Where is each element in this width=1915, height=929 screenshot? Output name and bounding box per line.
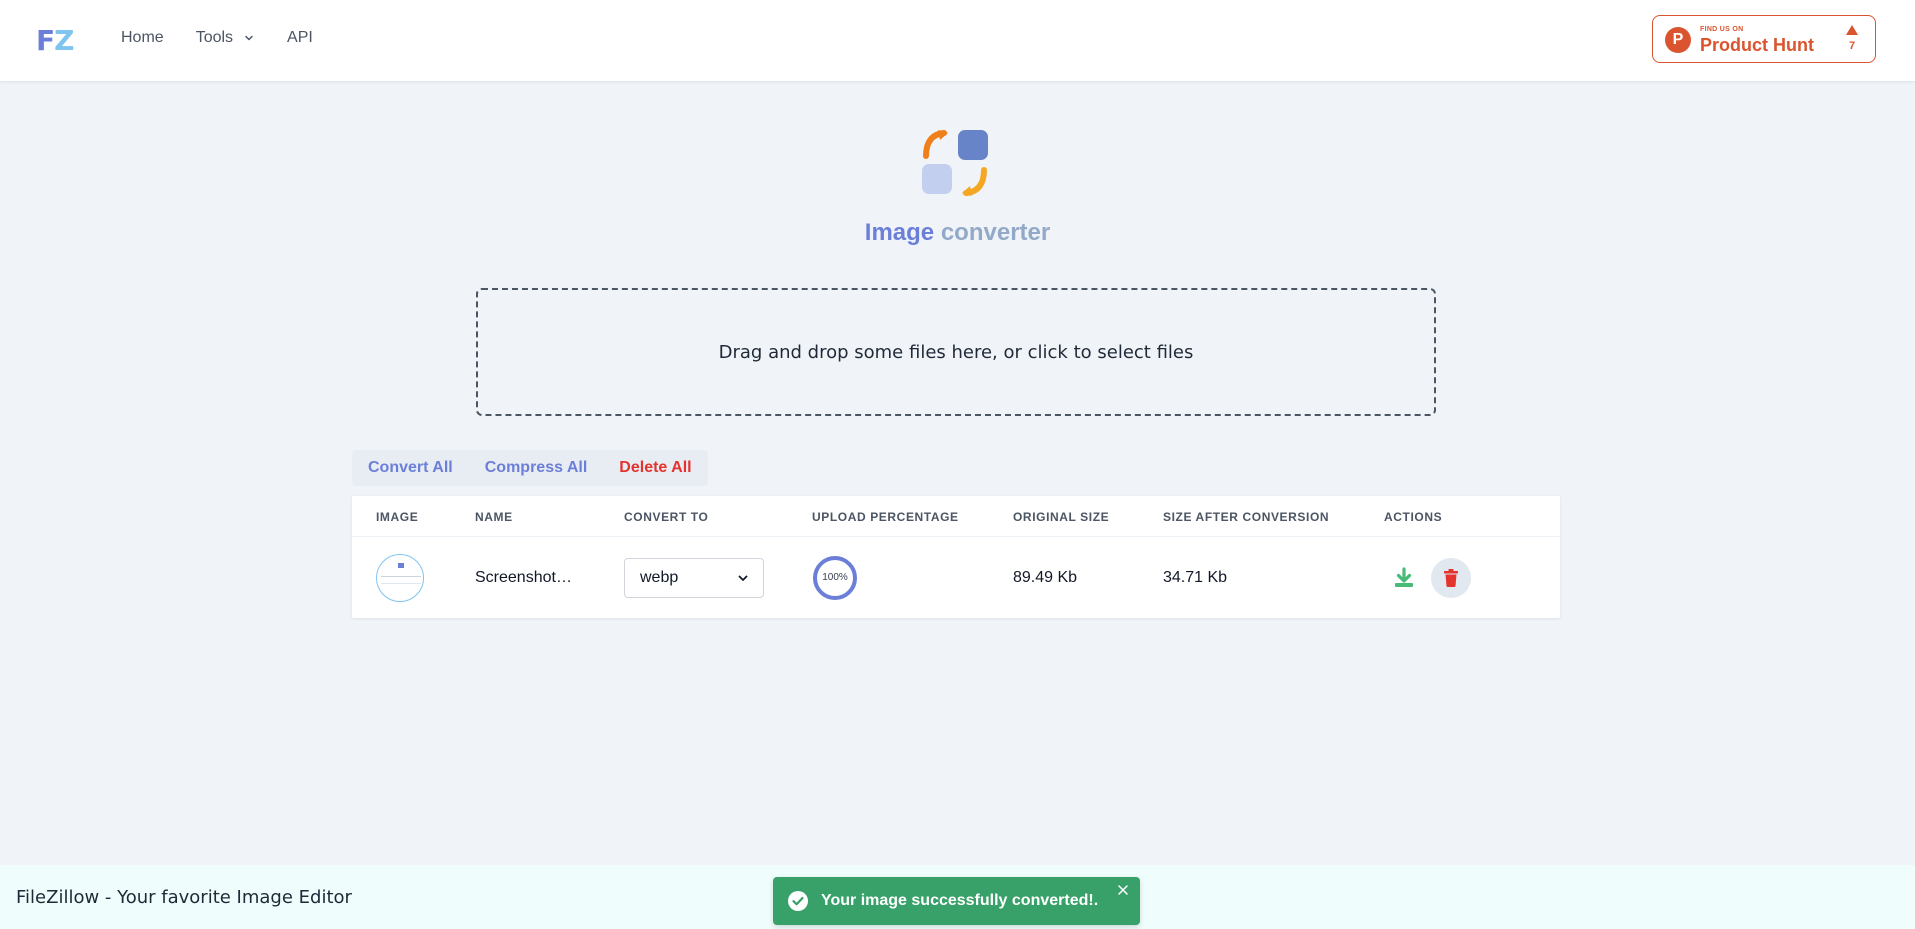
check-circle-icon: [788, 891, 808, 911]
bulk-actions-bar: Convert All Compress All Delete All: [352, 450, 708, 486]
success-toast: Your image successfully converted!.: [773, 877, 1140, 925]
producthunt-find-us: FIND US ON: [1700, 26, 1744, 33]
format-select[interactable]: webp: [624, 557, 764, 598]
producthunt-badge[interactable]: P FIND US ON Product Hunt 7: [1652, 15, 1876, 63]
cell-file-name: Screenshot…: [475, 568, 572, 586]
column-header-size-after: SIZE AFTER CONVERSION: [1163, 510, 1330, 524]
producthunt-name: Product Hunt: [1700, 35, 1814, 55]
column-header-original-size: ORIGINAL SIZE: [1013, 510, 1110, 524]
download-icon[interactable]: [1392, 566, 1416, 590]
close-icon[interactable]: [1117, 884, 1129, 896]
nav-tools-dropdown[interactable]: Tools: [196, 29, 255, 47]
column-header-name: NAME: [475, 510, 513, 524]
producthunt-upvote-count: 7: [1848, 40, 1856, 52]
app-logo[interactable]: FZ: [36, 24, 74, 57]
page-title-part2: converter: [940, 219, 1051, 246]
files-table: IMAGE NAME CONVERT TO UPLOAD PERCENTAGE …: [352, 496, 1560, 618]
delete-file-button[interactable]: [1431, 557, 1471, 598]
nav-api-label: API: [287, 29, 313, 46]
cell-original-size: 89.49 Kb: [1013, 568, 1078, 586]
top-navbar: FZ Home Tools API P FIND US ON Product H…: [0, 0, 1915, 82]
cell-actions: [1392, 537, 1471, 618]
image-thumbnail[interactable]: [376, 553, 424, 602]
logo-letter-f: F: [36, 24, 55, 57]
upvote-arrow-icon: [1846, 25, 1858, 35]
nav-home-label: Home: [121, 29, 164, 46]
toast-message: Your image successfully converted!.: [821, 892, 1099, 909]
logo-letter-z: Z: [54, 24, 74, 57]
image-converter-logo-icon: [922, 130, 988, 196]
nav-home[interactable]: Home: [121, 29, 164, 47]
convert-all-button[interactable]: Convert All: [368, 459, 453, 477]
chevron-down-icon: [245, 35, 253, 41]
cell-upload-percentage: 100%: [812, 537, 858, 618]
producthunt-logo: P: [1665, 27, 1691, 53]
column-header-actions: ACTIONS: [1384, 510, 1443, 524]
column-header-upload-percentage: UPLOAD PERCENTAGE: [812, 510, 959, 524]
page-title-part1: Image: [864, 219, 935, 246]
column-header-convert-to: CONVERT TO: [624, 510, 709, 524]
main-nav: Home Tools API: [121, 29, 345, 47]
column-header-image: IMAGE: [376, 510, 419, 524]
upload-progress-ring: 100%: [812, 555, 858, 601]
delete-all-button[interactable]: Delete All: [619, 459, 691, 477]
cell-size-after: 34.71 Kb: [1163, 568, 1228, 586]
nav-api[interactable]: API: [287, 29, 313, 47]
page-title: Image converter: [0, 219, 1915, 247]
nav-tools-label: Tools: [195, 29, 234, 46]
dropzone-instructions: Drag and drop some files here, or click …: [718, 341, 1194, 363]
trash-icon: [1444, 568, 1458, 587]
table-header: IMAGE NAME CONVERT TO UPLOAD PERCENTAGE …: [352, 496, 1560, 537]
table-row: Screenshot… webp 100% 89.49 Kb 34.71 Kb: [352, 537, 1560, 618]
compress-all-button[interactable]: Compress All: [485, 459, 588, 477]
upload-progress-label: 100%: [822, 571, 848, 583]
cell-convert-to: webp: [624, 537, 764, 618]
format-select-value: webp: [640, 568, 679, 586]
footer-tagline: FileZillow - Your favorite Image Editor: [16, 887, 352, 908]
chevron-down-icon: [738, 575, 748, 581]
cell-image: [376, 537, 424, 618]
file-dropzone[interactable]: Drag and drop some files here, or click …: [476, 288, 1436, 416]
